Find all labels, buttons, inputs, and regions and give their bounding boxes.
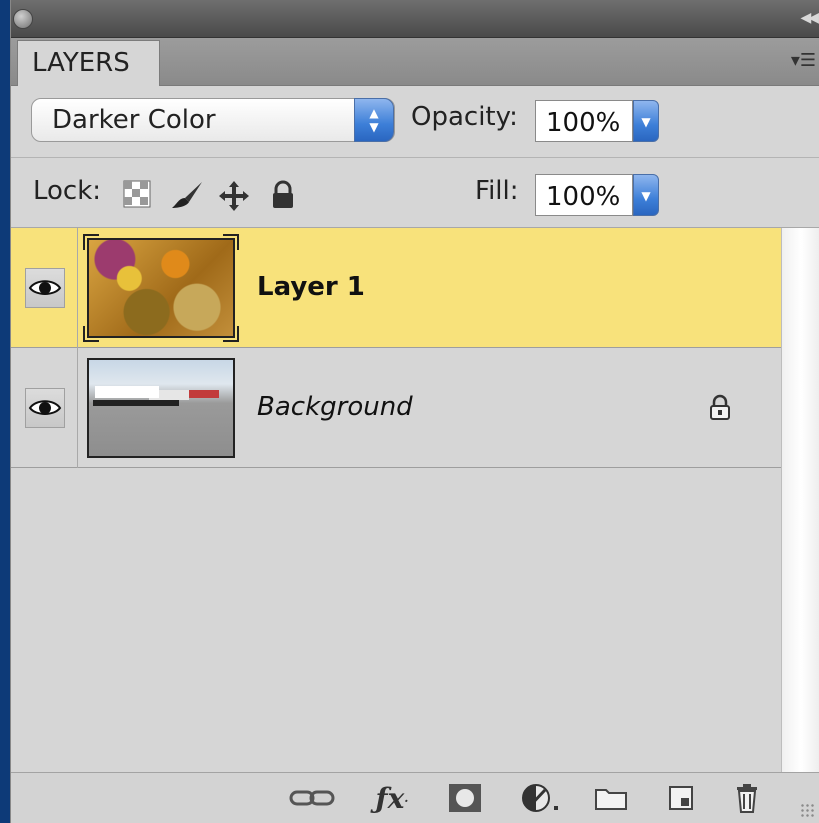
scrollbar[interactable] <box>781 228 819 772</box>
link-layers-icon[interactable] <box>287 781 337 815</box>
lock-transparency-icon[interactable] <box>123 180 151 208</box>
eye-icon[interactable] <box>25 388 65 428</box>
lock-row: Lock: Fill: 100% ▼ <box>11 158 819 228</box>
layer-thumbnail[interactable] <box>87 358 235 458</box>
trash-icon[interactable] <box>727 781 767 815</box>
layer-name[interactable]: Layer 1 <box>257 272 365 302</box>
layer-name[interactable]: Background <box>257 392 413 422</box>
new-layer-icon[interactable] <box>661 781 701 815</box>
opacity-dropdown-icon[interactable]: ▼ <box>633 100 659 142</box>
resize-grip-icon[interactable] <box>800 803 816 819</box>
panel-menu-icon[interactable]: ▾☰ <box>791 50 816 71</box>
layers-panel: ◀◀ LAYERS ▾☰ Darker Color ▲ ▼ Opacity: 10… <box>10 0 819 823</box>
selection-corner <box>83 234 99 250</box>
tab-strip: LAYERS ▾☰ <box>11 38 819 86</box>
chevron-updown-icon[interactable]: ▲ ▼ <box>354 98 394 142</box>
adjustment-layer-icon[interactable] <box>517 781 567 815</box>
row-divider <box>77 348 78 468</box>
panel-titlebar: ◀◀ <box>11 0 819 38</box>
visibility-cell[interactable] <box>25 228 77 348</box>
selection-corner <box>223 234 239 250</box>
lock-position-move-icon[interactable] <box>217 180 251 211</box>
fill-label: Fill: <box>475 176 519 206</box>
layer-thumbnail[interactable] <box>87 238 235 338</box>
visibility-cell[interactable] <box>25 348 77 468</box>
opacity-input[interactable]: 100% <box>535 100 633 142</box>
selection-corner <box>83 326 99 342</box>
close-icon[interactable] <box>13 9 33 29</box>
row-divider <box>77 228 78 348</box>
layer-mask-icon[interactable] <box>443 781 487 815</box>
layers-list: Layer 1 Background <box>11 228 781 772</box>
fx-icon[interactable]: ƒx. <box>367 781 417 815</box>
layer-row[interactable]: Layer 1 <box>11 228 781 348</box>
collapse-icon[interactable]: ◀◀ <box>800 10 818 26</box>
fill-input[interactable]: 100% <box>535 174 633 216</box>
lock-pixels-brush-icon[interactable] <box>169 180 205 208</box>
blend-mode-value: Darker Color <box>52 105 216 135</box>
blend-row: Darker Color ▲ ▼ Opacity: 100% ▼ <box>11 86 819 158</box>
fill-dropdown-icon[interactable]: ▼ <box>633 174 659 216</box>
selection-corner <box>223 326 239 342</box>
opacity-label: Opacity: <box>411 102 518 132</box>
lock-label: Lock: <box>33 176 102 206</box>
eye-icon[interactable] <box>25 268 65 308</box>
tab-layers[interactable]: LAYERS <box>17 40 160 86</box>
group-folder-icon[interactable] <box>589 781 633 815</box>
panel-footer: ƒx. <box>11 772 819 823</box>
blend-mode-select[interactable]: Darker Color ▲ ▼ <box>31 98 395 142</box>
lock-all-icon[interactable] <box>269 180 297 208</box>
layer-row[interactable]: Background <box>11 348 781 468</box>
layer-lock-icon <box>707 394 733 426</box>
